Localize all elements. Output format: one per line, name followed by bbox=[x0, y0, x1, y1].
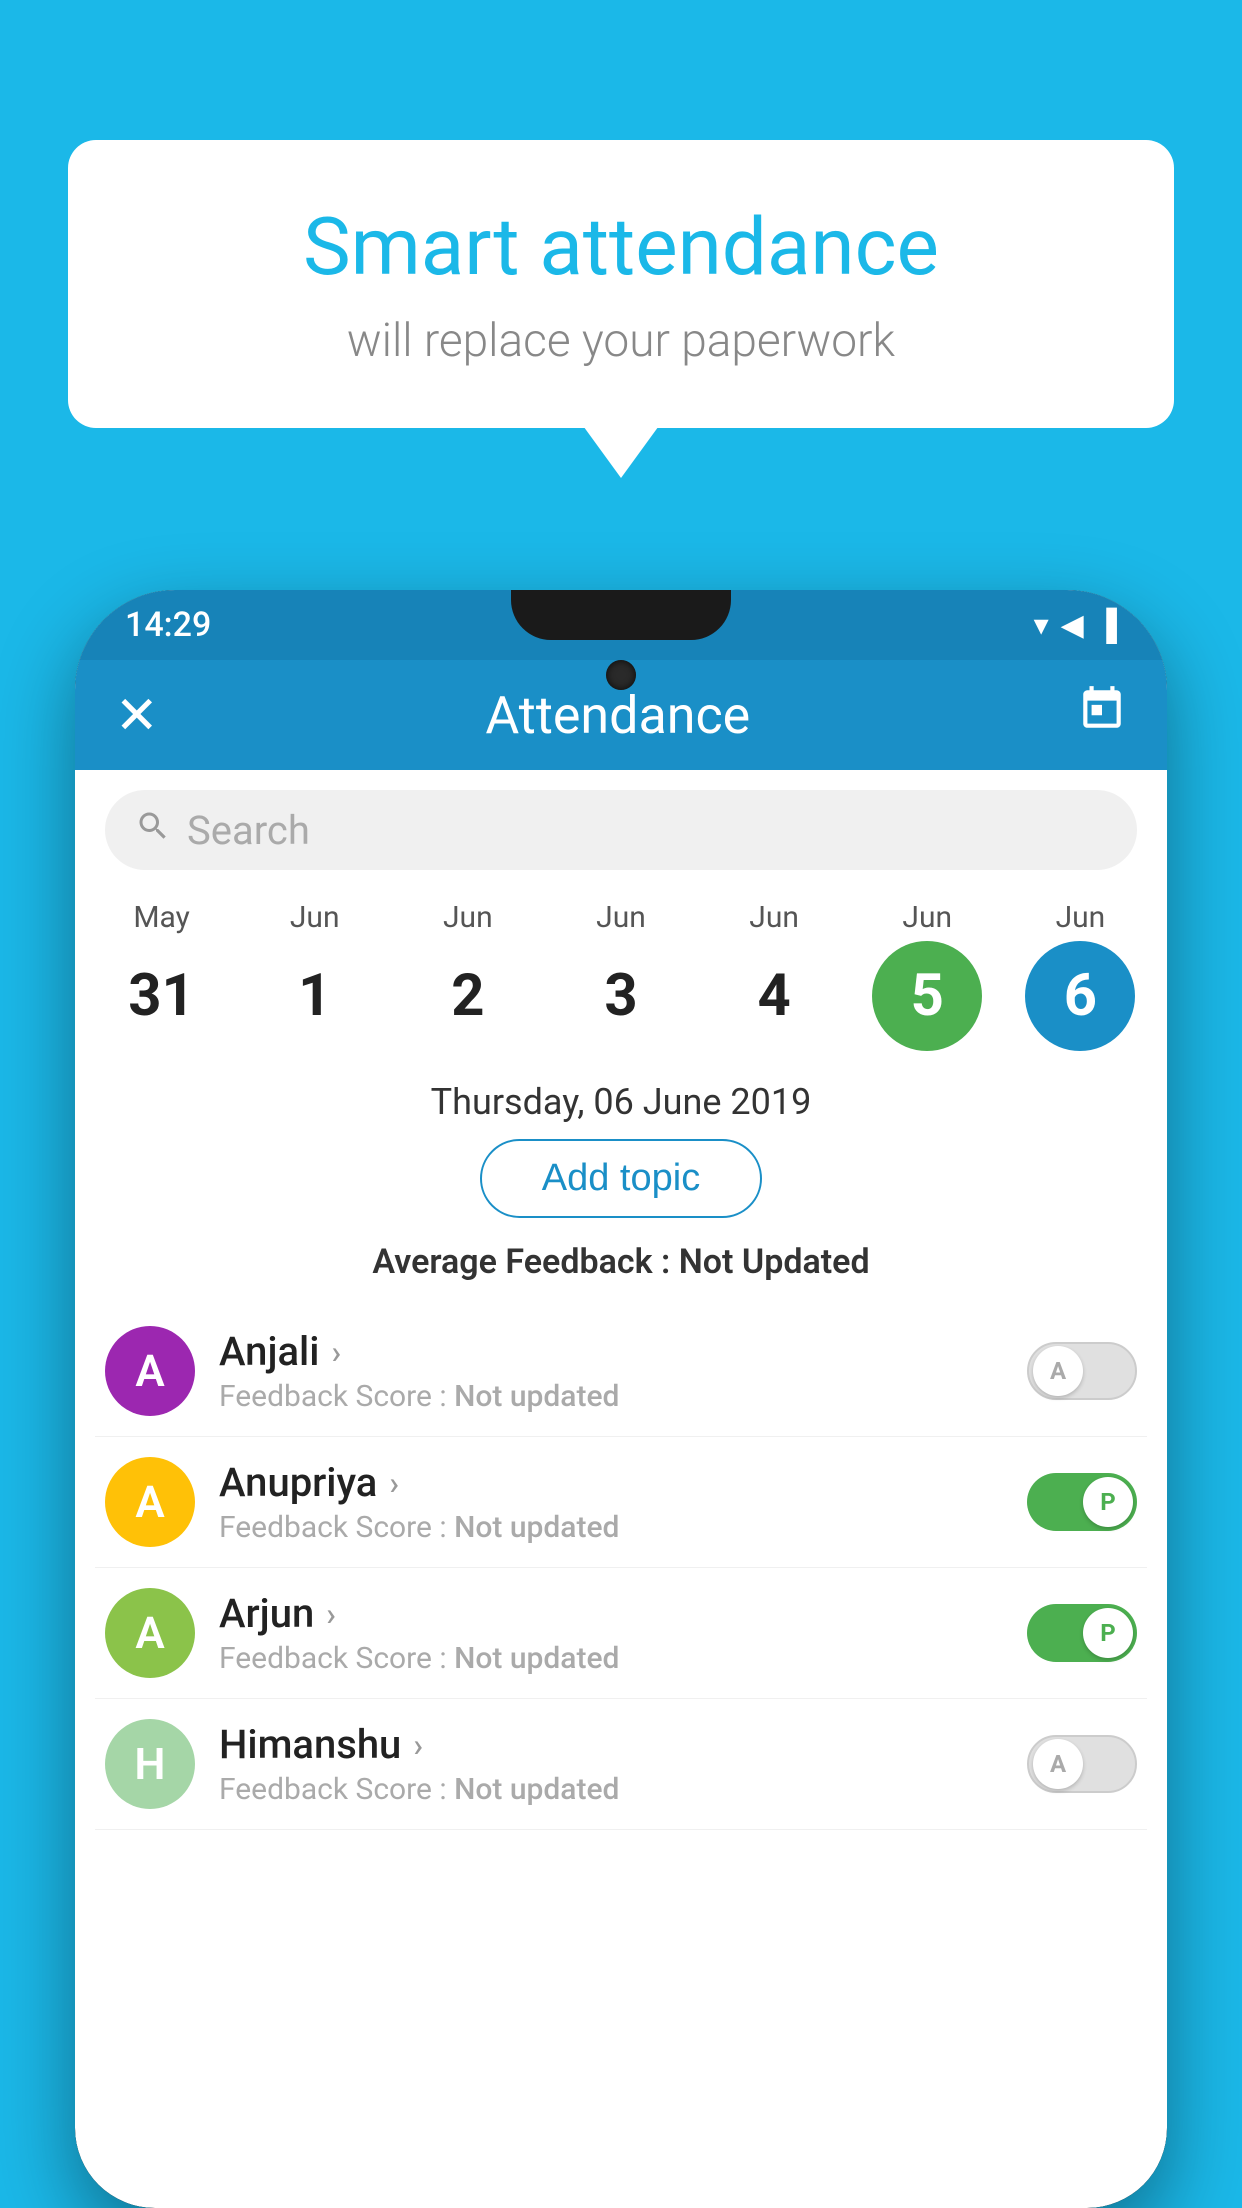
chevron-right-icon: › bbox=[413, 1726, 423, 1764]
toggle-switch[interactable]: P bbox=[1027, 1473, 1137, 1531]
student-info: Anupriya › Feedback Score : Not updated bbox=[219, 1459, 1027, 1545]
avg-feedback-value: Not Updated bbox=[679, 1242, 870, 1282]
screen-content: Search May 31 Jun 1 Jun 2 Jun 3 Jun 4 Jun 5 Jun 6 Thu… bbox=[75, 770, 1167, 1830]
student-feedback: Feedback Score : Not updated bbox=[219, 1641, 1027, 1676]
student-feedback: Feedback Score : Not updated bbox=[219, 1379, 1027, 1414]
calendar-date-2[interactable]: Jun 2 bbox=[403, 900, 533, 1051]
date-month-label: Jun bbox=[902, 900, 952, 935]
attendance-toggle[interactable]: A bbox=[1027, 1342, 1137, 1400]
attendance-toggle[interactable]: A bbox=[1027, 1735, 1137, 1793]
date-number: 3 bbox=[566, 941, 676, 1051]
app-bar-title: Attendance bbox=[485, 685, 750, 746]
chevron-right-icon: › bbox=[331, 1333, 341, 1371]
attendance-toggle[interactable]: P bbox=[1027, 1473, 1137, 1531]
student-name: Anupriya › bbox=[219, 1459, 1027, 1506]
student-avatar: H bbox=[105, 1719, 195, 1809]
calendar-date-31[interactable]: May 31 bbox=[97, 900, 227, 1051]
student-name: Arjun › bbox=[219, 1590, 1027, 1637]
student-info: Anjali › Feedback Score : Not updated bbox=[219, 1328, 1027, 1414]
student-name: Anjali › bbox=[219, 1328, 1027, 1375]
signal-icon: ◀ bbox=[1061, 608, 1084, 643]
speech-bubble: Smart attendance will replace your paper… bbox=[68, 140, 1174, 428]
chevron-right-icon: › bbox=[326, 1595, 336, 1633]
toggle-knob: A bbox=[1033, 1739, 1083, 1789]
date-number: 31 bbox=[107, 941, 217, 1051]
student-item[interactable]: A Anupriya › Feedback Score : Not updated P bbox=[95, 1437, 1147, 1568]
close-button[interactable]: ✕ bbox=[115, 685, 159, 746]
camera-notch bbox=[606, 660, 636, 690]
toggle-switch[interactable]: A bbox=[1027, 1735, 1137, 1793]
student-avatar: A bbox=[105, 1588, 195, 1678]
wifi-icon: ▾ bbox=[1034, 608, 1049, 643]
status-bar: 14:29 ▾ ◀ ▐ bbox=[75, 590, 1167, 660]
search-placeholder: Search bbox=[187, 807, 310, 854]
calendar-strip: May 31 Jun 1 Jun 2 Jun 3 Jun 4 Jun 5 Jun 6 bbox=[75, 890, 1167, 1051]
toggle-knob: A bbox=[1033, 1346, 1083, 1396]
phone-frame: 14:29 ▾ ◀ ▐ ✕ Attendance bbox=[75, 590, 1167, 2208]
calendar-date-6[interactable]: Jun 6 bbox=[1015, 900, 1145, 1051]
bubble-title: Smart attendance bbox=[148, 200, 1094, 294]
toggle-knob: P bbox=[1083, 1477, 1133, 1527]
date-number: 2 bbox=[413, 941, 523, 1051]
date-month-label: Jun bbox=[290, 900, 340, 935]
student-avatar: A bbox=[105, 1457, 195, 1547]
calendar-date-3[interactable]: Jun 3 bbox=[556, 900, 686, 1051]
date-number: 1 bbox=[260, 941, 370, 1051]
date-number: 4 bbox=[719, 941, 829, 1051]
date-month-label: Jun bbox=[1056, 900, 1106, 935]
date-month-label: Jun bbox=[749, 900, 799, 935]
speech-bubble-container: Smart attendance will replace your paper… bbox=[68, 140, 1174, 428]
student-feedback: Feedback Score : Not updated bbox=[219, 1772, 1027, 1807]
avg-feedback-label: Average Feedback : bbox=[372, 1242, 678, 1282]
date-number: 6 bbox=[1025, 941, 1135, 1051]
bubble-subtitle: will replace your paperwork bbox=[148, 314, 1094, 368]
attendance-toggle[interactable]: P bbox=[1027, 1604, 1137, 1662]
student-info: Himanshu › Feedback Score : Not updated bbox=[219, 1721, 1027, 1807]
avg-feedback: Average Feedback : Not Updated bbox=[75, 1242, 1167, 1282]
student-item[interactable]: AAnjali ›Feedback Score : Not updatedA bbox=[95, 1306, 1147, 1437]
search-bar[interactable]: Search bbox=[105, 790, 1137, 870]
student-feedback: Feedback Score : Not updated bbox=[219, 1510, 1027, 1545]
battery-icon: ▐ bbox=[1096, 608, 1117, 643]
calendar-icon[interactable] bbox=[1077, 684, 1127, 746]
date-month-label: Jun bbox=[596, 900, 646, 935]
calendar-date-5[interactable]: Jun 5 bbox=[862, 900, 992, 1051]
student-item[interactable]: A Arjun › Feedback Score : Not updated P bbox=[95, 1568, 1147, 1699]
search-icon bbox=[135, 808, 171, 853]
calendar-date-4[interactable]: Jun 4 bbox=[709, 900, 839, 1051]
status-icons: ▾ ◀ ▐ bbox=[1034, 608, 1117, 643]
toggle-knob: P bbox=[1083, 1608, 1133, 1658]
student-info: Arjun › Feedback Score : Not updated bbox=[219, 1590, 1027, 1676]
add-topic-button[interactable]: Add topic bbox=[480, 1139, 762, 1218]
phone-inner: 14:29 ▾ ◀ ▐ ✕ Attendance bbox=[75, 590, 1167, 2208]
student-item[interactable]: H Himanshu › Feedback Score : Not updatedA bbox=[95, 1699, 1147, 1830]
status-time: 14:29 bbox=[125, 605, 211, 645]
toggle-switch[interactable]: P bbox=[1027, 1604, 1137, 1662]
chevron-right-icon: › bbox=[389, 1464, 399, 1502]
student-avatar: A bbox=[105, 1326, 195, 1416]
student-list: AAnjali ›Feedback Score : Not updatedAAA… bbox=[75, 1306, 1167, 1830]
toggle-switch[interactable]: A bbox=[1027, 1342, 1137, 1400]
date-month-label: Jun bbox=[443, 900, 493, 935]
date-number: 5 bbox=[872, 941, 982, 1051]
date-month-label: May bbox=[133, 900, 189, 935]
selected-date-info: Thursday, 06 June 2019 bbox=[75, 1051, 1167, 1139]
student-name: Himanshu › bbox=[219, 1721, 1027, 1768]
calendar-date-1[interactable]: Jun 1 bbox=[250, 900, 380, 1051]
